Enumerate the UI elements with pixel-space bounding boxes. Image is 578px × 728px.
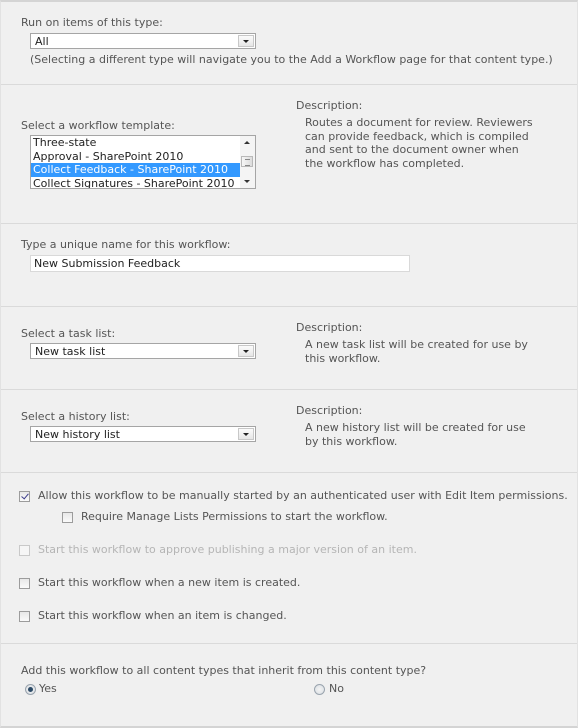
- inherit-yes-radio[interactable]: [25, 684, 36, 695]
- inherit-question: Add this workflow to all content types t…: [21, 664, 427, 677]
- inherit-no-radio[interactable]: [314, 684, 325, 695]
- template-description: Routes a document for review. Reviewers …: [305, 116, 533, 170]
- workflow-template-listbox[interactable]: Three-state Approval - SharePoint 2010 C…: [30, 135, 256, 189]
- workflow-name-field[interactable]: [30, 255, 410, 272]
- scroll-down-icon[interactable]: [244, 180, 250, 183]
- template-option[interactable]: Collect Signatures - SharePoint 2010: [31, 177, 240, 188]
- on-change-checkbox[interactable]: [19, 611, 30, 622]
- inherit-section: Add this workflow to all content types t…: [1, 644, 577, 724]
- history-list-value: New history list: [35, 428, 120, 441]
- manual-start-checkbox[interactable]: [19, 491, 30, 502]
- add-workflow-form: Run on items of this type: All (Selectin…: [0, 0, 578, 728]
- history-list-description-title: Description:: [296, 404, 363, 417]
- task-list-description-title: Description:: [296, 321, 363, 334]
- publish-major-label: Start this workflow to approve publishin…: [38, 543, 417, 556]
- inherit-yes-label: Yes: [39, 682, 57, 695]
- content-type-section: Run on items of this type: All (Selectin…: [1, 2, 577, 85]
- require-manage-checkbox[interactable]: [62, 512, 73, 523]
- task-list-section: Select a task list: New task list Descri…: [1, 307, 577, 390]
- name-label: Type a unique name for this workflow:: [21, 238, 231, 251]
- content-type-note: (Selecting a different type will navigat…: [30, 53, 553, 66]
- template-option-selected[interactable]: Collect Feedback - SharePoint 2010: [31, 163, 240, 177]
- inherit-no-label: No: [329, 682, 344, 695]
- history-list-section: Select a history list: New history list …: [1, 390, 577, 473]
- require-manage-label: Require Manage Lists Permissions to star…: [81, 510, 388, 523]
- content-type-select[interactable]: All: [30, 33, 256, 49]
- on-create-label: Start this workflow when a new item is c…: [38, 576, 301, 589]
- start-options-section: Allow this workflow to be manually start…: [1, 473, 577, 644]
- history-list-description: A new history list will be created for u…: [305, 421, 526, 448]
- template-description-title: Description:: [296, 99, 363, 112]
- content-type-label: Run on items of this type:: [21, 16, 163, 29]
- content-type-value: All: [35, 35, 49, 48]
- template-option[interactable]: Three-state: [31, 136, 240, 150]
- history-list-label: Select a history list:: [21, 410, 130, 423]
- template-label: Select a workflow template:: [21, 119, 175, 132]
- on-create-checkbox[interactable]: [19, 578, 30, 589]
- listbox-scrollbar[interactable]: [240, 136, 255, 188]
- chevron-down-icon[interactable]: [238, 345, 254, 357]
- chevron-down-icon[interactable]: [238, 428, 254, 440]
- workflow-name-input[interactable]: [31, 256, 404, 271]
- scroll-up-icon[interactable]: [244, 141, 250, 144]
- task-list-value: New task list: [35, 345, 106, 358]
- template-option[interactable]: Approval - SharePoint 2010: [31, 150, 240, 164]
- task-list-label: Select a task list:: [21, 327, 116, 340]
- manual-start-label: Allow this workflow to be manually start…: [38, 489, 568, 502]
- chevron-down-icon[interactable]: [238, 35, 254, 47]
- publish-major-checkbox: [19, 545, 30, 556]
- task-list-description: A new task list will be created for use …: [305, 338, 528, 365]
- task-list-select[interactable]: New task list: [30, 343, 256, 359]
- history-list-select[interactable]: New history list: [30, 426, 256, 442]
- scroll-thumb[interactable]: [241, 156, 253, 167]
- on-change-label: Start this workflow when an item is chan…: [38, 609, 287, 622]
